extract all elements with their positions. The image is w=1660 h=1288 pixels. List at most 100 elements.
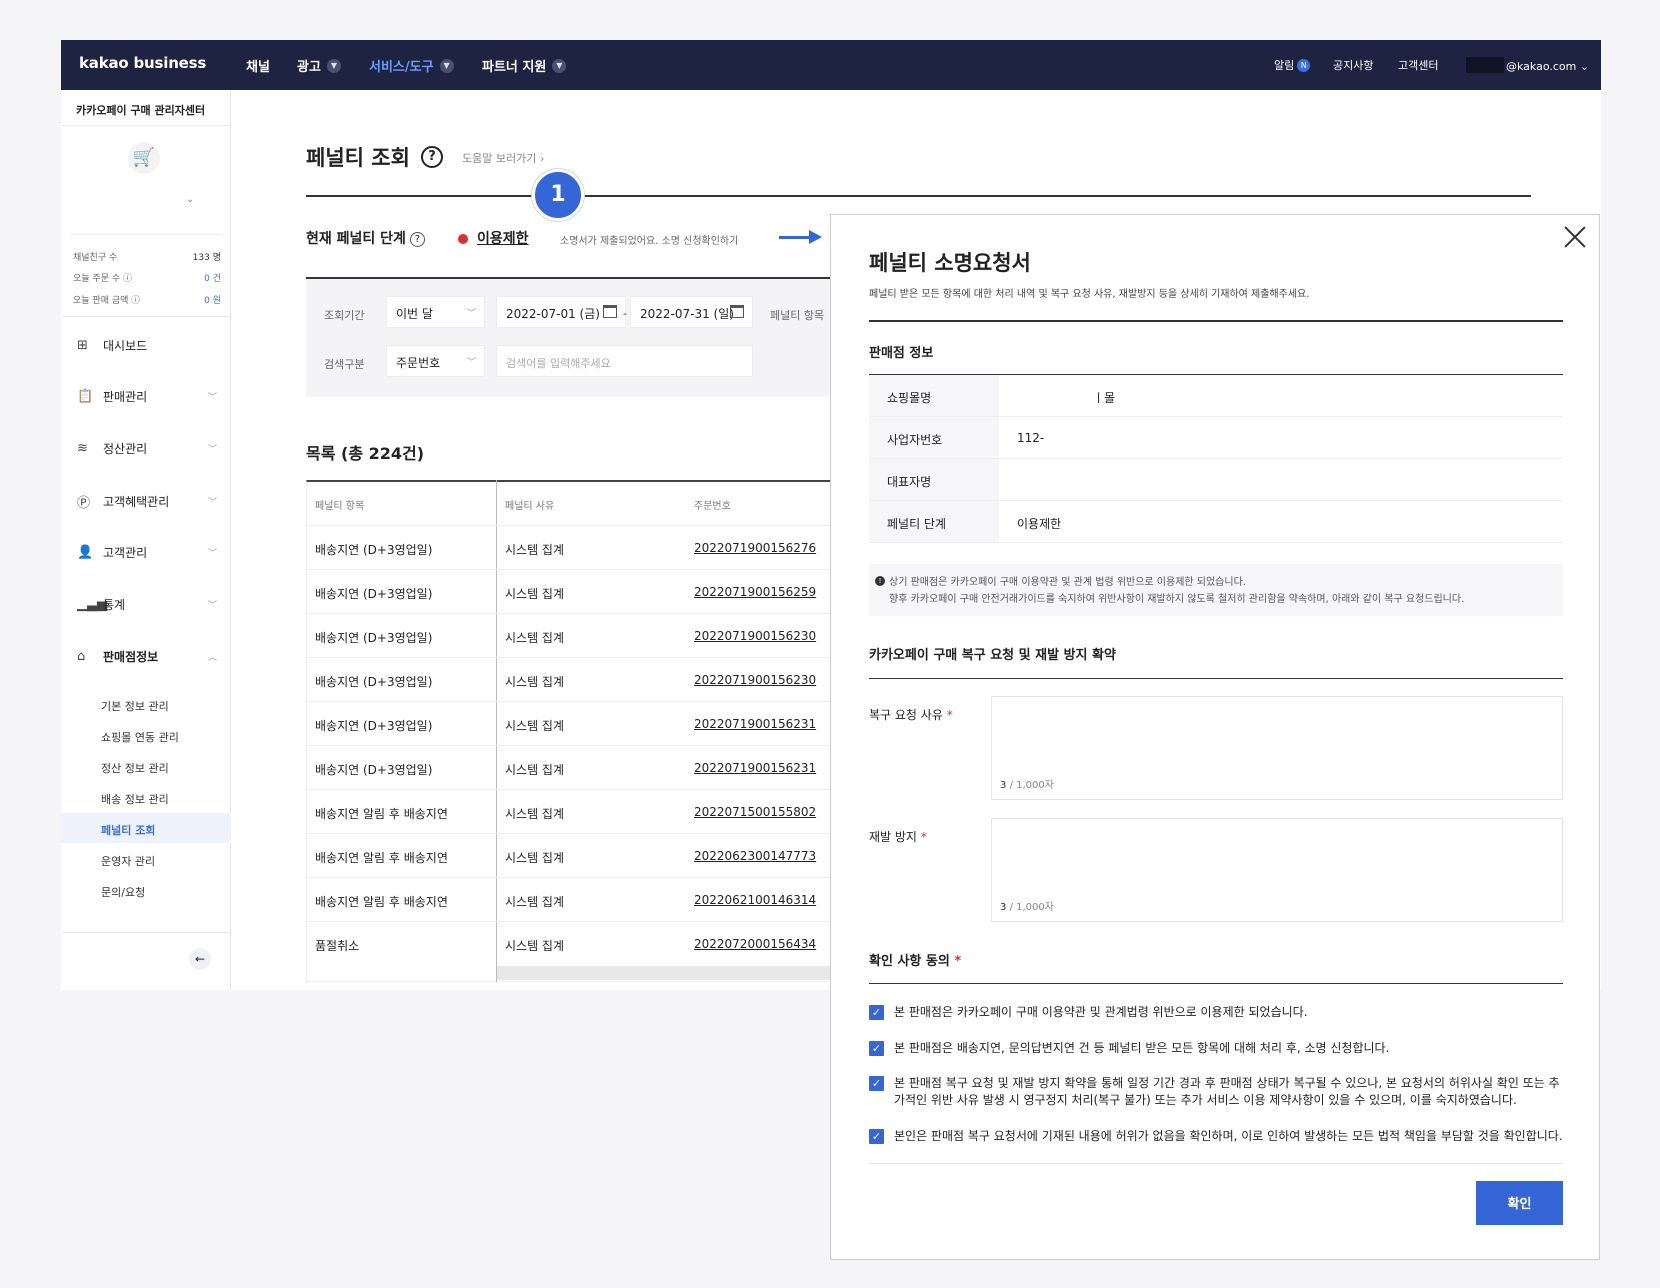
- horizontal-scrollbar[interactable]: [497, 966, 830, 980]
- table-row: 배송지연 알림 후 배송지연 시스템 집계 2022062300147773: [306, 833, 830, 877]
- stat-today-sales: 오늘 판매 금액 ⓘ 0 원: [73, 296, 221, 306]
- table-row: 배송지연 (D+3영업일) 시스템 집계 2022071900156231: [306, 701, 830, 745]
- chevron-down-icon: ﹀: [207, 445, 217, 455]
- sidebar-title: 카카오페이 구매 관리자센터: [76, 104, 206, 117]
- cell-penalty-item: 배송지연 알림 후 배송지연: [315, 807, 448, 821]
- divider: [61, 932, 231, 933]
- clipboard-icon: 📋: [77, 389, 94, 404]
- cell-penalty-item: 배송지연 알림 후 배송지연: [315, 851, 448, 865]
- sidebar-item-statistics[interactable]: ▁▃▅ 통계 ﹀: [77, 596, 217, 613]
- database-icon: ≋: [77, 441, 88, 456]
- penalty-item-label: 페널티 항목: [770, 309, 825, 322]
- support-link[interactable]: 고객센터: [1398, 57, 1438, 73]
- agreement-item[interactable]: ✓ 본 판매점은 배송지연, 문의답변지연 건 등 페널티 받은 모든 항목에 대…: [869, 1040, 1563, 1057]
- divider: [61, 316, 231, 317]
- sidebar-sub-operators[interactable]: 운영자 관리: [101, 853, 155, 869]
- table-row: 배송지연 (D+3영업일) 시스템 집계 2022071900156276: [306, 525, 830, 569]
- prevent-textarea[interactable]: 3 / 1,000자: [991, 818, 1563, 922]
- cell-penalty-item: 품절취소: [315, 939, 360, 953]
- date-from-field[interactable]: 2022-07-01 (금): [496, 296, 626, 328]
- sidebar-item-settlement[interactable]: ≋ 정산관리 ﹀: [77, 440, 217, 457]
- order-number-link[interactable]: 2022072000156434: [694, 937, 816, 951]
- sidebar-sub-basic-info[interactable]: 기본 정보 관리: [101, 698, 169, 714]
- notice-link[interactable]: 공지사항: [1333, 57, 1373, 73]
- agree-heading: 확인 사항 동의 *: [869, 954, 962, 969]
- cart-icon: 🛒: [128, 142, 160, 174]
- agreement-item[interactable]: ✓ 본 판매점 복구 요청 및 재발 방지 확약을 통해 일정 기간 경과 후 판…: [869, 1075, 1563, 1109]
- agreement-item[interactable]: ✓ 본인은 판매점 복구 요청서에 기재된 내용에 허위가 없음을 확인하며, 이…: [869, 1128, 1563, 1145]
- prevent-label: 재발 방지 *: [869, 830, 927, 844]
- stage-value[interactable]: 이용제한: [477, 228, 529, 248]
- redacted-block: [1466, 57, 1504, 73]
- sidebar-sub-settlement-info[interactable]: 정산 정보 관리: [101, 760, 169, 776]
- chevron-down-icon: ﹀: [207, 498, 217, 508]
- reason-textarea[interactable]: 3 / 1,000자: [991, 696, 1563, 800]
- date-separator: -: [623, 307, 627, 320]
- order-number-link[interactable]: 2022071900156259: [694, 585, 816, 599]
- modal-title: 페널티 소명요청서: [869, 251, 1031, 275]
- table-row: 배송지연 (D+3영업일) 시스템 집계 2022071900156231: [306, 745, 830, 789]
- help-icon[interactable]: ⓘ: [131, 296, 140, 306]
- menu-ads[interactable]: 광고 ▼: [297, 56, 341, 75]
- filter-panel: 조회기간 이번 달 ﹀ 2022-07-01 (금) - 2022-07-31 (…: [306, 277, 830, 397]
- calendar-icon: [603, 305, 617, 318]
- stage-description[interactable]: 소명서가 제출되었어요. 소명 신청확인하기: [560, 232, 738, 247]
- divider: [869, 983, 1563, 984]
- sidebar-sub-mall-integration[interactable]: 쇼핑몰 연동 관리: [101, 729, 179, 745]
- order-number-link[interactable]: 2022062300147773: [694, 849, 816, 863]
- checkbox-checked-icon[interactable]: ✓: [869, 1005, 884, 1020]
- chevron-down-icon: ﹀: [207, 393, 217, 403]
- sidebar-item-sales[interactable]: 📋 판매관리 ﹀: [77, 388, 217, 405]
- cell-penalty-reason: 시스템 집계: [505, 939, 565, 953]
- order-number-link[interactable]: 2022071900156231: [694, 717, 816, 731]
- new-badge: N: [1297, 59, 1311, 72]
- divider: [869, 320, 1563, 322]
- stat-today-orders: 오늘 주문 수 ⓘ 0 건: [73, 274, 221, 284]
- alarm-link[interactable]: 알림 N: [1274, 57, 1311, 73]
- sidebar-item-dashboard[interactable]: ⊞ 대시보드: [77, 337, 217, 354]
- order-number-link[interactable]: 2022071900156276: [694, 541, 816, 555]
- menu-channel[interactable]: 채널: [246, 56, 270, 75]
- sidebar-item-store-info[interactable]: ⌂ 판매점정보 ︿: [77, 648, 217, 665]
- collapse-sidebar-button[interactable]: ←: [189, 948, 211, 970]
- chevron-down-icon[interactable]: ⌄: [186, 194, 194, 205]
- checkbox-checked-icon[interactable]: ✓: [869, 1076, 884, 1091]
- order-number-link[interactable]: 2022071900156230: [694, 629, 816, 643]
- help-icon[interactable]: ?: [421, 146, 443, 168]
- sidebar-item-customer-benefits[interactable]: Ⓟ 고객혜택관리 ﹀: [77, 492, 217, 511]
- cell-penalty-reason: 시스템 집계: [505, 631, 565, 645]
- period-select[interactable]: 이번 달 ﹀: [386, 296, 485, 328]
- kakao-business-logo[interactable]: kakao business: [79, 54, 206, 72]
- agreement-item[interactable]: ✓ 본 판매점은 카카오페이 구매 이용약관 및 관계법령 위반으로 이용제한 되…: [869, 1004, 1563, 1021]
- sidebar-item-customers[interactable]: 👤 고객관리 ﹀: [77, 544, 217, 561]
- order-number-link[interactable]: 2022062100146314: [694, 893, 816, 907]
- pointer-arrow: [779, 236, 811, 239]
- checkbox-checked-icon[interactable]: ✓: [869, 1041, 884, 1056]
- date-to-field[interactable]: 2022-07-31 (일): [630, 296, 753, 328]
- cell-penalty-reason: 시스템 집계: [505, 851, 565, 865]
- menu-services-tools[interactable]: 서비스/도구 ▼: [369, 56, 454, 75]
- divider: [869, 678, 1563, 679]
- help-icon[interactable]: ?: [409, 232, 425, 247]
- chevron-down-icon: ▼: [326, 58, 341, 73]
- point-icon: Ⓟ: [77, 496, 91, 511]
- menu-partner-support[interactable]: 파트너 지원 ▼: [482, 56, 567, 75]
- chevron-down-icon: ﹀: [207, 549, 217, 559]
- arrow-left-icon: ←: [194, 952, 206, 966]
- sidebar-sub-delivery-info[interactable]: 배송 정보 관리: [101, 791, 169, 807]
- cell-penalty-reason: 시스템 집계: [505, 587, 565, 601]
- account-menu[interactable]: @kakao.com ⌄: [1466, 57, 1589, 73]
- order-number-link[interactable]: 2022071500155802: [694, 805, 816, 819]
- help-icon[interactable]: ⓘ: [123, 274, 132, 284]
- confirm-button[interactable]: 확인: [1476, 1181, 1563, 1225]
- sidebar-sub-inquiry[interactable]: 문의/요청: [101, 884, 145, 900]
- sidebar-sub-penalty[interactable]: 페널티 조회: [101, 822, 155, 838]
- checkbox-checked-icon[interactable]: ✓: [869, 1129, 884, 1144]
- search-input[interactable]: 검색어를 입력해주세요: [496, 345, 753, 377]
- help-link[interactable]: 도움말 보러가기 ›: [462, 150, 544, 166]
- search-type-select[interactable]: 주문번호 ﹀: [386, 345, 485, 377]
- order-number-link[interactable]: 2022071900156230: [694, 673, 816, 687]
- close-icon[interactable]: [1563, 225, 1587, 249]
- table-row: 배송지연 (D+3영업일) 시스템 집계 2022071900156230: [306, 613, 830, 657]
- order-number-link[interactable]: 2022071900156231: [694, 761, 816, 775]
